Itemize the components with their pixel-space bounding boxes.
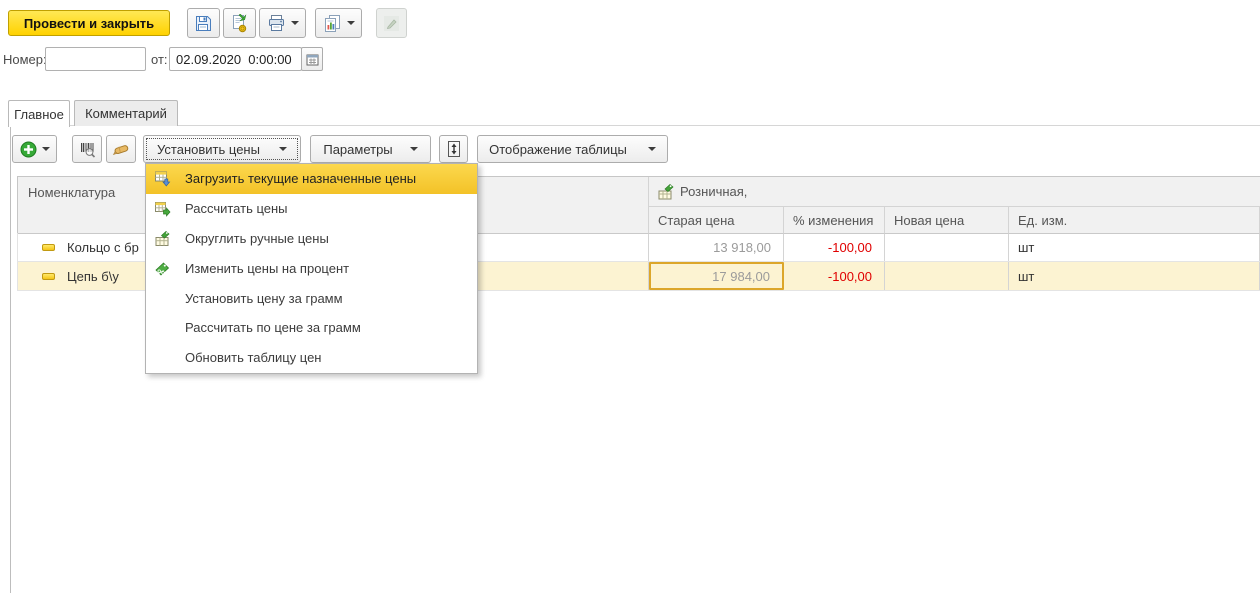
- cell-new-price[interactable]: [885, 262, 1009, 290]
- column-header-label: Ед. изм.: [1018, 213, 1067, 228]
- column-header-old-price[interactable]: Старая цена: [649, 207, 784, 234]
- calendar-icon: [306, 53, 319, 66]
- column-header-unit[interactable]: Ед. изм.: [1009, 207, 1260, 234]
- post-document-icon: [230, 14, 249, 33]
- cell-unit[interactable]: шт: [1009, 233, 1260, 261]
- column-group-retail[interactable]: Розничная,: [649, 177, 1260, 207]
- calendar-button[interactable]: [301, 47, 323, 71]
- number-label: Номер:: [3, 52, 47, 67]
- barcode-search-button[interactable]: [72, 135, 102, 163]
- cell-unit[interactable]: шт: [1009, 262, 1260, 290]
- add-dropdown-arrow[interactable]: [42, 147, 50, 151]
- set-prices-button[interactable]: Установить цены: [143, 135, 301, 163]
- column-header-pct-change[interactable]: % изменения: [784, 207, 885, 234]
- table-display-label: Отображение таблицы: [489, 142, 627, 157]
- table-display-button[interactable]: Отображение таблицы: [477, 135, 668, 163]
- reports-chart-icon: [323, 14, 342, 33]
- tab-glavnoe[interactable]: Главное: [8, 100, 70, 127]
- empty-icon-slot: [154, 349, 171, 366]
- menu-item-calculate-prices[interactable]: Рассчитать цены: [146, 194, 477, 224]
- cell-old-price-active[interactable]: 17 984,00: [649, 262, 784, 290]
- gold-pen-icon: [112, 141, 130, 157]
- column-header-label: Старая цена: [658, 213, 734, 228]
- parameters-label: Параметры: [323, 142, 392, 157]
- menu-item-label: Обновить таблицу цен: [185, 350, 322, 365]
- item-name: Цепь б\у: [67, 269, 119, 284]
- item-dash-icon: [42, 244, 55, 251]
- barcode-search-icon: [79, 141, 96, 158]
- menu-item-label: Изменить цены на процент: [185, 261, 349, 276]
- tab-kommentariy[interactable]: Комментарий: [74, 100, 178, 126]
- parameters-button[interactable]: Параметры: [310, 135, 431, 163]
- post-document-button[interactable]: [223, 8, 256, 38]
- document-window: Провести и закрыть: [0, 0, 1260, 593]
- cell-new-price[interactable]: [885, 233, 1009, 261]
- print-button[interactable]: [259, 8, 306, 38]
- edit-disabled-icon: [383, 15, 400, 32]
- retail-price-tag-icon: [657, 183, 674, 200]
- up-down-arrows-icon: [447, 140, 461, 158]
- save-button[interactable]: [187, 8, 220, 38]
- menu-item-label: Загрузить текущие назначенные цены: [185, 171, 416, 186]
- cell-pct-change[interactable]: -100,00: [784, 233, 885, 261]
- menu-item-label: Установить цену за грамм: [185, 291, 343, 306]
- column-group-label: Розничная,: [680, 184, 747, 199]
- menu-item-round-manual-prices[interactable]: Округлить ручные цены: [146, 224, 477, 254]
- number-input[interactable]: [45, 47, 146, 71]
- add-row-button[interactable]: [12, 135, 57, 163]
- column-header-label: Номенклатура: [28, 185, 115, 200]
- menu-item-calc-by-price-per-gram[interactable]: Рассчитать по цене за грамм: [146, 313, 477, 343]
- print-icon: [267, 14, 286, 32]
- item-dash-icon: [42, 273, 55, 280]
- price-table-calc-icon: [154, 200, 171, 217]
- menu-item-label: Рассчитать цены: [185, 201, 288, 216]
- table-display-dropdown-arrow[interactable]: [648, 147, 656, 151]
- percent-tag-icon: [154, 260, 171, 277]
- set-prices-dropdown-menu: Загрузить текущие назначенные цены Рассч…: [145, 163, 478, 374]
- column-header-label: Новая цена: [894, 213, 964, 228]
- empty-icon-slot: [154, 319, 171, 336]
- set-prices-dropdown-arrow[interactable]: [279, 147, 287, 151]
- cell-pct-change[interactable]: -100,00: [784, 262, 885, 290]
- tab-label: Главное: [14, 107, 64, 122]
- jewelry-pen-button[interactable]: [106, 135, 136, 163]
- edit-button-disabled: [376, 8, 407, 38]
- menu-item-label: Округлить ручные цены: [185, 231, 329, 246]
- print-dropdown-arrow[interactable]: [291, 21, 299, 25]
- column-header-label: % изменения: [793, 213, 873, 228]
- menu-item-change-prices-by-percent[interactable]: Изменить цены на процент: [146, 253, 477, 283]
- set-prices-label: Установить цены: [157, 142, 260, 157]
- menu-item-label: Рассчитать по цене за грамм: [185, 320, 361, 335]
- price-table-download-icon: [154, 170, 171, 187]
- item-name: Кольцо с бр: [67, 240, 139, 255]
- price-tag-table-icon: [154, 230, 171, 247]
- column-header-new-price[interactable]: Новая цена: [885, 207, 1009, 234]
- empty-icon-slot: [154, 290, 171, 307]
- reports-dropdown-arrow[interactable]: [347, 21, 355, 25]
- date-from-label: от:: [151, 52, 168, 67]
- reports-button[interactable]: [315, 8, 362, 38]
- add-plus-icon: [20, 141, 37, 158]
- row-height-button[interactable]: [439, 135, 468, 163]
- menu-item-load-current-prices[interactable]: Загрузить текущие назначенные цены: [146, 164, 477, 194]
- parameters-dropdown-arrow[interactable]: [410, 147, 418, 151]
- save-icon: [194, 14, 213, 33]
- tab-label: Комментарий: [85, 106, 167, 121]
- date-input[interactable]: [169, 47, 302, 71]
- menu-item-refresh-price-table[interactable]: Обновить таблицу цен: [146, 343, 477, 373]
- post-and-close-button[interactable]: Провести и закрыть: [8, 10, 170, 36]
- cell-old-price[interactable]: 13 918,00: [649, 233, 784, 261]
- menu-item-set-price-per-gram[interactable]: Установить цену за грамм: [146, 283, 477, 313]
